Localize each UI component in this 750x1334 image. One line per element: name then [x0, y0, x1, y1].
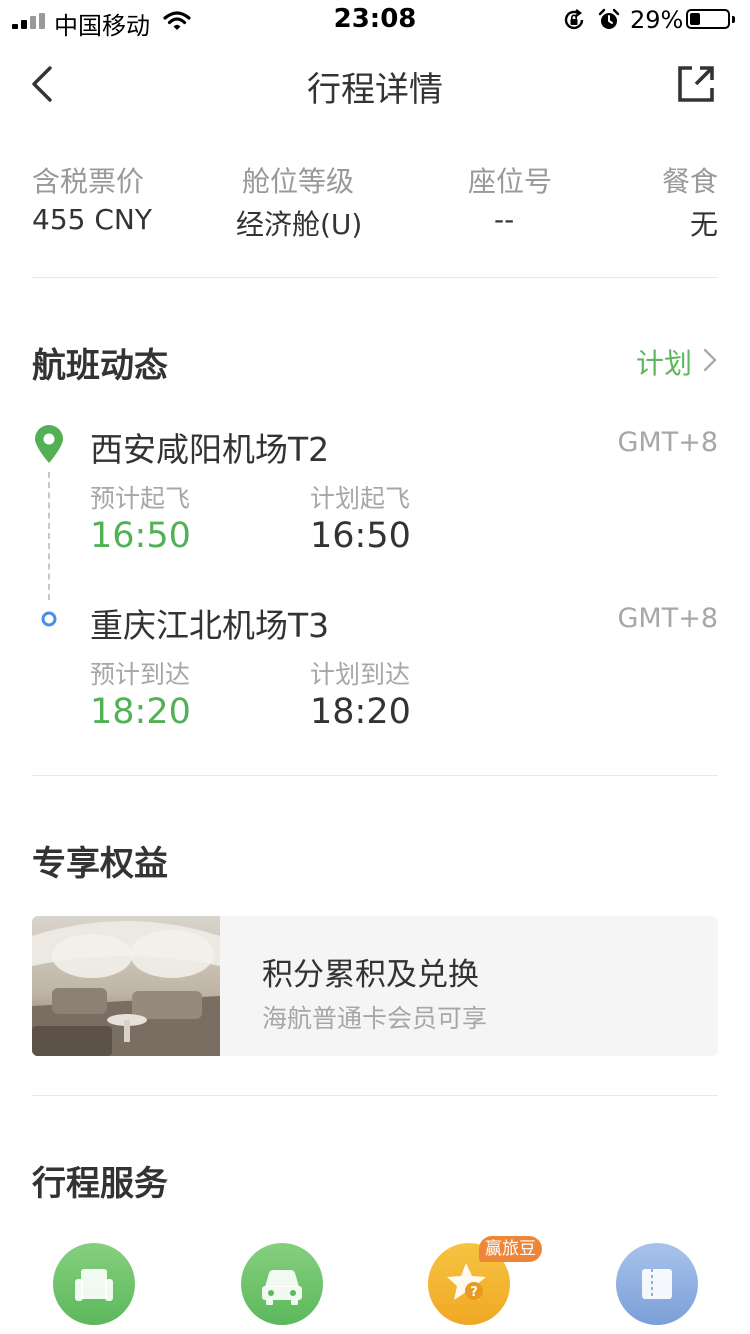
flight-status-link[interactable]: 计划 — [636, 342, 692, 382]
benefits-title: 专享权益 — [32, 844, 168, 884]
ticket-icon — [642, 1269, 672, 1299]
status-bar: 中国移动 23:08 29% — [0, 0, 750, 40]
meal-value: 无 — [689, 208, 718, 241]
arrival-airport: 重庆江北机场T3 — [90, 606, 330, 645]
divider — [32, 1095, 718, 1096]
price-value: 455 CNY — [32, 203, 152, 236]
flight-status-title: 航班动态 — [32, 346, 168, 386]
beans-badge: 赢旅豆 — [479, 1236, 542, 1262]
arrival-plan-time: 18:20 — [310, 692, 411, 732]
share-button[interactable] — [676, 64, 716, 108]
share-external-icon — [678, 66, 714, 102]
departure-timezone: GMT+8 — [617, 427, 718, 458]
arrival-est-time: 18:20 — [90, 692, 191, 732]
alarm-icon — [597, 8, 621, 36]
cabin-label: 舱位等级 — [242, 165, 355, 198]
benefit-card-subtitle: 海航普通卡会员可享 — [262, 1004, 488, 1033]
service-seat-button[interactable] — [53, 1243, 135, 1325]
departure-airport: 西安咸阳机场T2 — [90, 430, 330, 469]
arrival-dot-icon — [40, 610, 58, 632]
benefit-card[interactable]: 积分累积及兑换 海航普通卡会员可享 — [32, 916, 718, 1056]
seat-icon — [75, 1269, 113, 1301]
arrival-timezone: GMT+8 — [617, 603, 718, 634]
services-title: 行程服务 — [32, 1164, 168, 1204]
arrival-plan-label: 计划到达 — [310, 660, 411, 689]
departure-est-label: 预计起飞 — [90, 484, 191, 513]
location-pin-icon — [32, 424, 66, 468]
divider — [32, 277, 718, 278]
price-label: 含税票价 — [32, 165, 145, 198]
arrival-est-label: 预计到达 — [90, 660, 191, 689]
meal-label: 餐食 — [661, 165, 718, 198]
departure-plan-label: 计划起飞 — [310, 484, 411, 513]
chevron-right-icon[interactable] — [703, 348, 717, 376]
svg-text:?: ? — [470, 1285, 478, 1300]
cabin-value: 经济舱(U) — [236, 208, 363, 241]
seat-label: 座位号 — [468, 165, 553, 198]
battery-icon — [686, 9, 735, 29]
departure-plan-time: 16:50 — [310, 516, 411, 556]
departure-est-time: 16:50 — [90, 516, 191, 556]
benefit-card-title: 积分累积及兑换 — [262, 957, 479, 993]
service-ticket-button[interactable] — [616, 1243, 698, 1325]
seat-value: -- — [494, 203, 515, 236]
service-car-button[interactable] — [241, 1243, 323, 1325]
route-line — [48, 472, 50, 600]
car-icon — [262, 1270, 302, 1305]
divider — [32, 775, 718, 776]
battery-percent: 29% — [630, 6, 684, 34]
rotation-lock-icon — [562, 8, 586, 36]
lounge-image — [32, 916, 220, 1056]
page-title: 行程详情 — [307, 70, 443, 110]
